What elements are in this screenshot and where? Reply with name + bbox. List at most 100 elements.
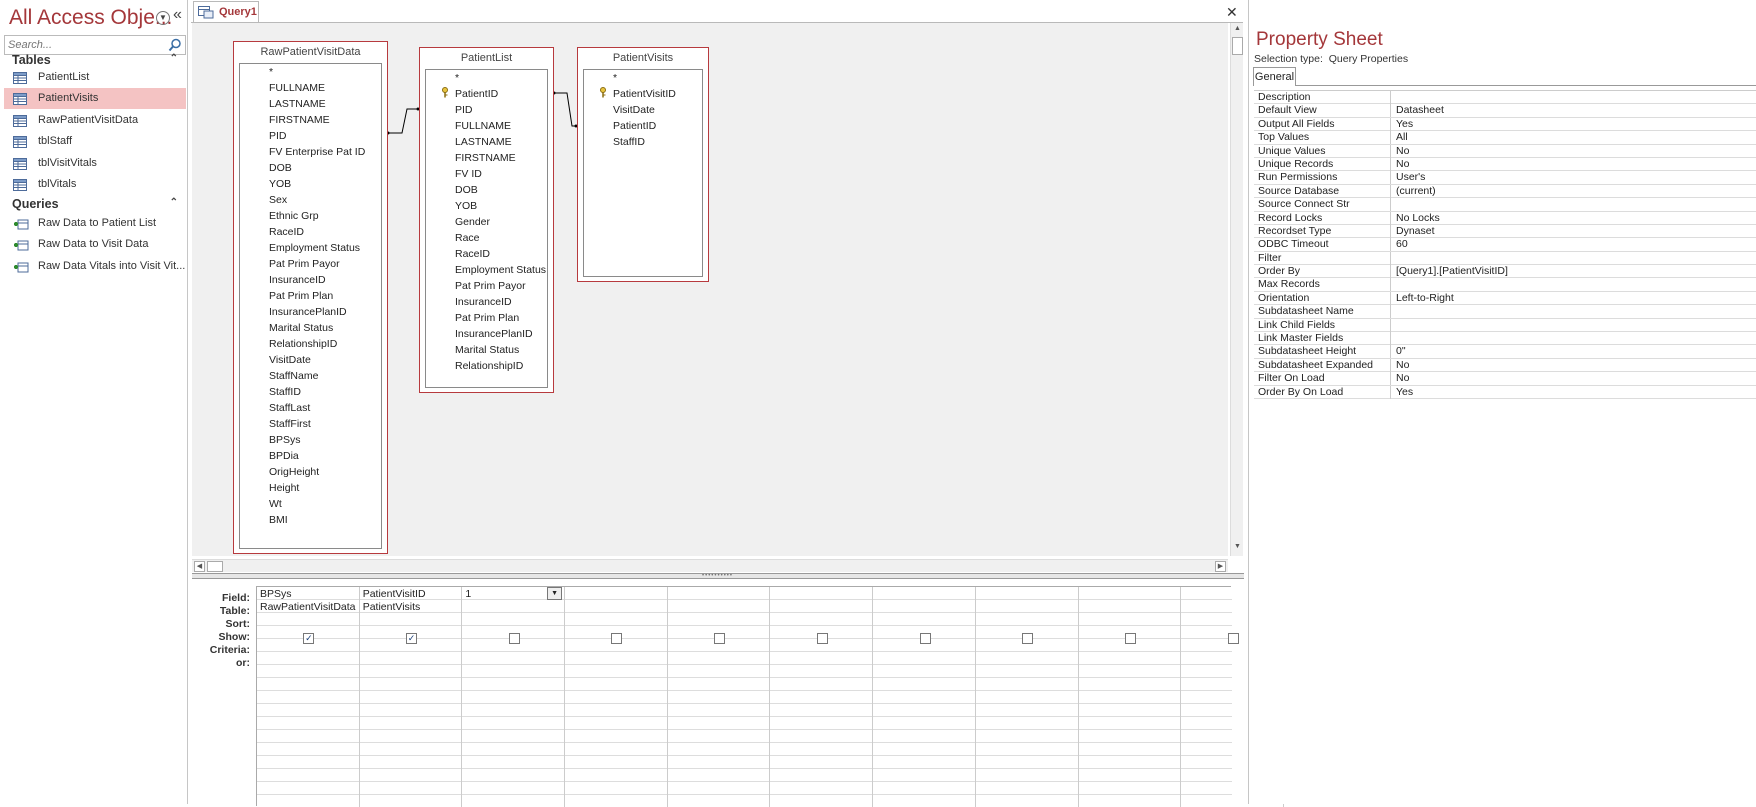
property-row[interactable]: Record Locks No Locks	[1254, 211, 1756, 225]
field-list-item[interactable]: StaffLast	[269, 402, 310, 414]
field-list[interactable]: * PatientVisitID VisitDate PatientID Sta…	[583, 69, 703, 277]
field-list-item[interactable]: PatientVisitID	[613, 88, 676, 100]
queries-group-header[interactable]: Queries ⌃	[12, 197, 182, 211]
field-list-item[interactable]: StaffID	[269, 386, 301, 398]
property-row[interactable]: Source Connect Str	[1254, 198, 1756, 212]
field-cell[interactable]: PatientVisitID	[363, 588, 426, 600]
property-value[interactable]: Yes	[1392, 118, 1413, 131]
property-value[interactable]: Yes	[1392, 386, 1413, 399]
scroll-left-icon[interactable]: ◀	[194, 561, 205, 572]
property-value[interactable]: No	[1392, 359, 1409, 372]
show-checkbox[interactable]	[508, 633, 520, 644]
property-row[interactable]: Subdatasheet Height 0"	[1254, 345, 1756, 359]
tab-query1[interactable]: Query1	[193, 1, 259, 23]
field-list-item[interactable]: BMI	[269, 514, 288, 526]
property-value[interactable]: User's	[1392, 171, 1425, 184]
collapse-group-icon[interactable]: ⌃	[170, 53, 178, 64]
field-list-item[interactable]: DOB	[269, 162, 292, 174]
field-list-item[interactable]: Pat Prim Payor	[455, 280, 526, 292]
scroll-right-icon[interactable]: ▶	[1215, 561, 1226, 572]
table-rawpatientvisitdata[interactable]: RawPatientVisitData * FULLNAME LASTNAME …	[233, 41, 388, 554]
field-list-item[interactable]: FULLNAME	[269, 82, 325, 94]
field-list-item[interactable]: Employment Status	[269, 242, 360, 254]
show-checkbox[interactable]	[611, 633, 623, 644]
property-row[interactable]: Filter On Load No	[1254, 372, 1756, 386]
show-checkbox[interactable]	[714, 633, 726, 644]
nav-item-table[interactable]: tblVitals	[4, 174, 186, 195]
property-row[interactable]: Link Child Fields	[1254, 318, 1756, 333]
property-value[interactable]: 60	[1392, 238, 1408, 251]
grid-column[interactable]	[668, 587, 771, 807]
table-cell[interactable]: RawPatientVisitData	[260, 601, 356, 613]
property-value[interactable]: [Query1].[PatientVisitID]	[1392, 265, 1508, 278]
property-value[interactable]: Dynaset	[1392, 225, 1435, 238]
table-cell[interactable]: PatientVisits	[363, 601, 421, 613]
query-design-surface[interactable]: RawPatientVisitData * FULLNAME LASTNAME …	[192, 23, 1228, 556]
field-list-item[interactable]: VisitDate	[613, 104, 655, 116]
property-row[interactable]: Max Records	[1254, 278, 1756, 292]
property-value[interactable]: (current)	[1392, 185, 1436, 198]
field-list-item[interactable]: Pat Prim Payor	[269, 258, 340, 270]
nav-item-table[interactable]: tblVisitVitals	[4, 153, 186, 174]
property-value[interactable]: Left-to-Right	[1392, 292, 1454, 305]
field-list-item[interactable]: Wt	[269, 498, 282, 510]
field-list-item[interactable]: Gender	[455, 216, 490, 228]
search-icon[interactable]	[168, 38, 182, 52]
property-value[interactable]: No	[1392, 372, 1409, 385]
show-checkbox[interactable]	[1227, 633, 1239, 644]
field-list-item[interactable]: PID	[455, 104, 473, 116]
field-list-item[interactable]: Employment Status	[455, 264, 546, 276]
property-row[interactable]: Output All Fields Yes	[1254, 117, 1756, 132]
property-value[interactable]: All	[1392, 131, 1408, 144]
collapse-group-icon[interactable]: ⌃	[170, 197, 178, 208]
field-list-item[interactable]: FULLNAME	[455, 120, 511, 132]
property-row[interactable]: ODBC Timeout 60	[1254, 238, 1756, 252]
nav-item-table[interactable]: PatientVisits	[4, 88, 186, 110]
field-list-item[interactable]: OrigHeight	[269, 466, 319, 478]
dropdown-arrow-icon[interactable]: ▼	[547, 587, 563, 600]
field-list-item[interactable]: DOB	[455, 184, 478, 196]
field-list-item[interactable]: StaffID	[613, 136, 645, 148]
nav-pane-title[interactable]: All Access Obje...	[9, 6, 172, 30]
show-checkbox[interactable]	[919, 633, 931, 644]
search-input[interactable]	[5, 36, 165, 54]
property-row[interactable]: Order By [Query1].[PatientVisitID]	[1254, 265, 1756, 279]
field-list-item[interactable]: *	[455, 72, 459, 84]
field-cell[interactable]: 1	[465, 588, 471, 600]
property-row[interactable]: Order By On Load Yes	[1254, 385, 1756, 399]
field-list-item[interactable]: FIRSTNAME	[455, 152, 516, 164]
table-patientvisits[interactable]: PatientVisits * PatientVisitID VisitDate…	[577, 47, 709, 282]
field-list-item[interactable]: *	[613, 72, 617, 84]
field-list-item[interactable]: VisitDate	[269, 354, 311, 366]
grid-column[interactable]	[873, 587, 976, 807]
nav-item-table[interactable]: tblStaff	[4, 131, 186, 152]
nav-item-table[interactable]: PatientList	[4, 67, 186, 88]
property-row[interactable]: Default View Datasheet	[1254, 104, 1756, 118]
nav-item-query[interactable]: Raw Data to Patient List	[4, 213, 186, 234]
nav-item-table[interactable]: RawPatientVisitData	[4, 110, 186, 131]
property-row[interactable]: Orientation Left-to-Right	[1254, 291, 1756, 306]
property-row[interactable]: Link Master Fields	[1254, 332, 1756, 346]
grid-column[interactable]	[771, 587, 874, 807]
property-value[interactable]: Datasheet	[1392, 104, 1444, 117]
property-row[interactable]: Filter	[1254, 251, 1756, 266]
show-checkbox[interactable]: ✓	[406, 633, 418, 644]
field-cell[interactable]: BPSys	[260, 588, 292, 600]
field-list-item[interactable]: StaffFirst	[269, 418, 311, 430]
property-row[interactable]: Source Database (current)	[1254, 184, 1756, 199]
field-list-item[interactable]: Marital Status	[269, 322, 333, 334]
field-list-item[interactable]: YOB	[269, 178, 291, 190]
pane-splitter[interactable]: ••••••••••	[192, 573, 1244, 579]
show-checkbox[interactable]	[816, 633, 828, 644]
field-list-item[interactable]: RelationshipID	[455, 360, 523, 372]
field-list-item[interactable]: PatientID	[455, 88, 498, 100]
splitter-grip-icon[interactable]: ••••••••••	[702, 573, 733, 579]
property-value[interactable]: No	[1392, 145, 1409, 158]
scroll-up-icon[interactable]: ▲	[1232, 25, 1243, 36]
field-list-item[interactable]: BPDia	[269, 450, 299, 462]
property-row[interactable]: Description	[1254, 91, 1756, 105]
show-checkbox[interactable]: ✓	[303, 633, 315, 644]
field-list[interactable]: * PatientID PID FULLNAME LASTNAME FIRSTN…	[425, 69, 548, 388]
field-list-item[interactable]: Race	[455, 232, 480, 244]
field-list-item[interactable]: LASTNAME	[455, 136, 512, 148]
